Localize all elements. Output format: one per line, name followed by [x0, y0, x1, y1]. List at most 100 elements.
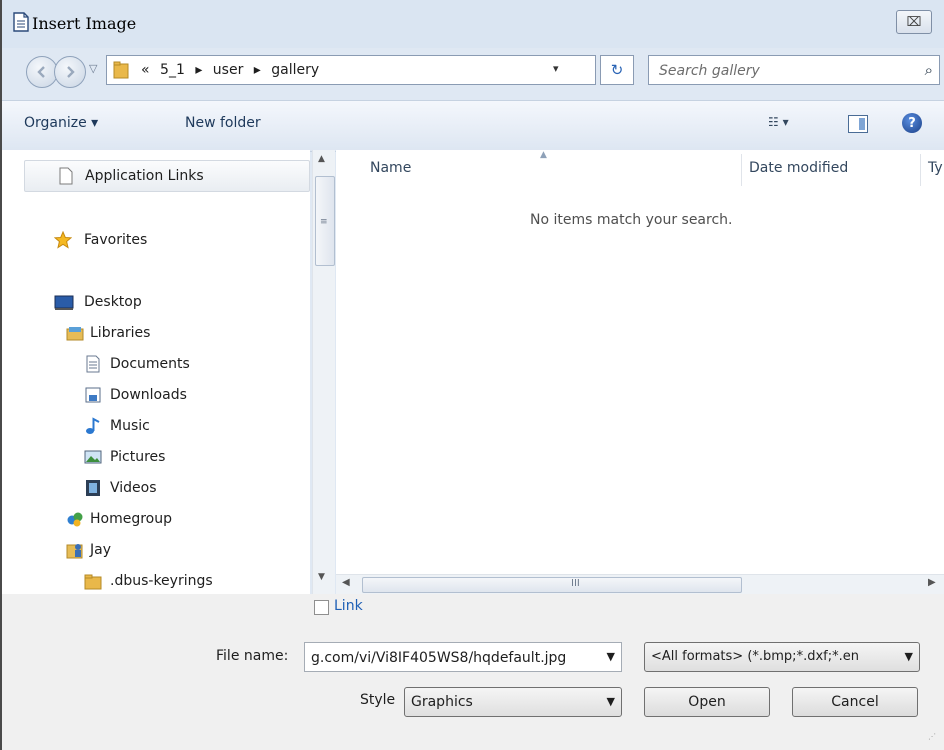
forward-button[interactable] — [54, 56, 86, 88]
nav-item-documents[interactable]: Documents — [24, 352, 310, 378]
breadcrumb: « 5_1 ▸ user ▸ gallery — [141, 62, 325, 78]
search-input[interactable] — [657, 61, 911, 81]
nav-item-homegroup[interactable]: Homegroup — [24, 507, 310, 533]
help-button[interactable]: ? — [902, 113, 922, 133]
empty-results-message: No items match your search. — [530, 212, 733, 228]
sort-ascending-icon: ▲ — [540, 150, 547, 160]
command-bar: Organize ▾ New folder ☷ ▾ ? — [2, 100, 944, 152]
file-type-selected-value: <All formats> (*.bmp;*.dxf;*.en — [651, 649, 859, 664]
link-checkbox[interactable] — [314, 600, 329, 615]
scroll-grip-icon: III — [571, 578, 580, 589]
column-divider[interactable] — [920, 154, 921, 186]
nav-item-label: Music — [110, 418, 150, 434]
nav-item-label: Documents — [110, 356, 190, 372]
forward-arrow-icon — [67, 66, 75, 78]
chevron-down-icon: ▼ — [606, 695, 615, 708]
address-bar[interactable]: « 5_1 ▸ user ▸ gallery ▾ — [106, 55, 596, 85]
column-divider[interactable] — [741, 154, 742, 186]
chevron-down-icon: ▼ — [904, 650, 913, 663]
scroll-right-icon[interactable]: ▶ — [928, 577, 936, 588]
desktop-icon — [54, 295, 74, 310]
nav-item-label: Application Links — [85, 168, 204, 184]
file-type-select[interactable]: <All formats> (*.bmp;*.dxf;*.en ▼ — [644, 642, 920, 672]
close-icon: ⌧ — [906, 14, 922, 30]
search-icon[interactable]: ⌕ — [925, 61, 933, 79]
breadcrumb-separator-icon[interactable]: ▸ — [254, 62, 261, 78]
nav-item-label: Favorites — [84, 232, 148, 248]
back-arrow-icon — [37, 66, 45, 78]
dialog-footer: Link File name: ▼ <All formats> (*.bmp;*… — [2, 594, 944, 750]
preview-pane-button[interactable] — [848, 115, 868, 133]
nav-item-videos[interactable]: Videos — [24, 476, 310, 502]
link-checkbox-label[interactable]: Link — [334, 598, 363, 614]
videos-icon — [86, 480, 100, 496]
folder-icon — [113, 61, 129, 79]
style-label: Style — [360, 692, 396, 708]
nav-item-application-links[interactable]: Application Links — [24, 160, 310, 192]
nav-item-label: Homegroup — [90, 511, 173, 527]
resize-grip-icon[interactable]: ⋰ — [928, 732, 936, 741]
nav-item-label: Desktop — [84, 294, 142, 310]
nav-item-label: Libraries — [90, 325, 151, 341]
column-header-name[interactable]: Name — [370, 160, 411, 176]
breadcrumb-item-gallery[interactable]: gallery — [271, 62, 319, 78]
nav-item-label: .dbus-keyrings — [110, 573, 213, 589]
address-dropdown-icon[interactable]: ▾ — [553, 62, 559, 75]
libraries-icon — [66, 327, 84, 341]
nav-item-libraries[interactable]: Libraries — [24, 321, 310, 347]
organize-button[interactable]: Organize ▾ — [24, 115, 98, 131]
scroll-left-icon[interactable]: ◀ — [342, 577, 350, 588]
chevron-down-icon[interactable]: ▼ — [607, 650, 615, 663]
pictures-icon — [84, 450, 102, 464]
nav-item-jay[interactable]: Jay — [24, 538, 310, 564]
nav-item-label: Downloads — [110, 387, 187, 403]
scroll-thumb[interactable]: ≡ — [315, 176, 335, 266]
nav-item-music[interactable]: Music — [24, 414, 310, 440]
nav-item-pictures[interactable]: Pictures — [24, 445, 310, 471]
nav-item-label: Videos — [110, 480, 157, 496]
close-button[interactable]: ⌧ — [896, 10, 932, 34]
search-box[interactable]: ⌕ — [648, 55, 940, 85]
open-button[interactable]: Open — [644, 687, 770, 717]
nav-item-desktop[interactable]: Desktop — [24, 290, 310, 316]
file-list-horizontal-scrollbar[interactable]: ◀ III ▶ — [336, 574, 944, 595]
style-select[interactable]: Graphics ▼ — [404, 687, 622, 717]
homegroup-icon — [67, 512, 83, 527]
folder-icon — [84, 574, 102, 590]
music-icon — [86, 417, 100, 434]
nav-item-downloads[interactable]: Downloads — [24, 383, 310, 409]
user-folder-icon — [66, 544, 83, 559]
breadcrumb-item-user[interactable]: user — [213, 62, 244, 78]
nav-pane-scrollbar[interactable]: ▲ ≡ ▼ — [312, 150, 335, 594]
refresh-icon: ↻ — [610, 61, 624, 79]
file-name-label: File name: — [216, 648, 289, 664]
cancel-button[interactable]: Cancel — [792, 687, 918, 717]
change-view-button[interactable]: ☷ ▾ — [768, 115, 789, 129]
file-list-pane[interactable]: ▲ Name Date modified Ty No items match y… — [336, 150, 944, 574]
scroll-down-icon[interactable]: ▼ — [318, 572, 325, 582]
scroll-up-icon[interactable]: ▲ — [318, 154, 325, 164]
nav-item-label: Jay — [90, 542, 111, 558]
star-icon — [54, 231, 72, 249]
navigation-pane: Application Links Favorites Desktop Libr… — [2, 150, 310, 594]
title-bar[interactable]: Insert Image ⌧ — [2, 0, 944, 48]
downloads-icon — [85, 387, 101, 403]
file-name-combobox[interactable]: ▼ — [304, 642, 622, 672]
style-selected-value: Graphics — [411, 694, 473, 710]
column-header-type[interactable]: Ty — [928, 160, 943, 176]
nav-item-dbus-keyrings[interactable]: .dbus-keyrings — [24, 569, 310, 594]
nav-item-favorites[interactable]: Favorites — [24, 228, 310, 254]
new-folder-button[interactable]: New folder — [185, 115, 261, 131]
help-icon: ? — [908, 115, 916, 131]
scroll-thumb[interactable]: III — [362, 577, 742, 593]
refresh-button[interactable]: ↻ — [600, 55, 634, 85]
recent-locations-icon[interactable]: ▽ — [89, 62, 97, 75]
column-header-date-modified[interactable]: Date modified — [749, 160, 848, 176]
breadcrumb-separator-icon[interactable]: ▸ — [195, 62, 202, 78]
nav-item-label: Pictures — [110, 449, 166, 465]
breadcrumb-overflow[interactable]: « — [141, 62, 150, 78]
scroll-grip-icon: ≡ — [320, 217, 328, 227]
file-name-input[interactable] — [309, 648, 601, 668]
breadcrumb-item-5_1[interactable]: 5_1 — [160, 62, 185, 78]
window-title: Insert Image — [32, 14, 137, 33]
